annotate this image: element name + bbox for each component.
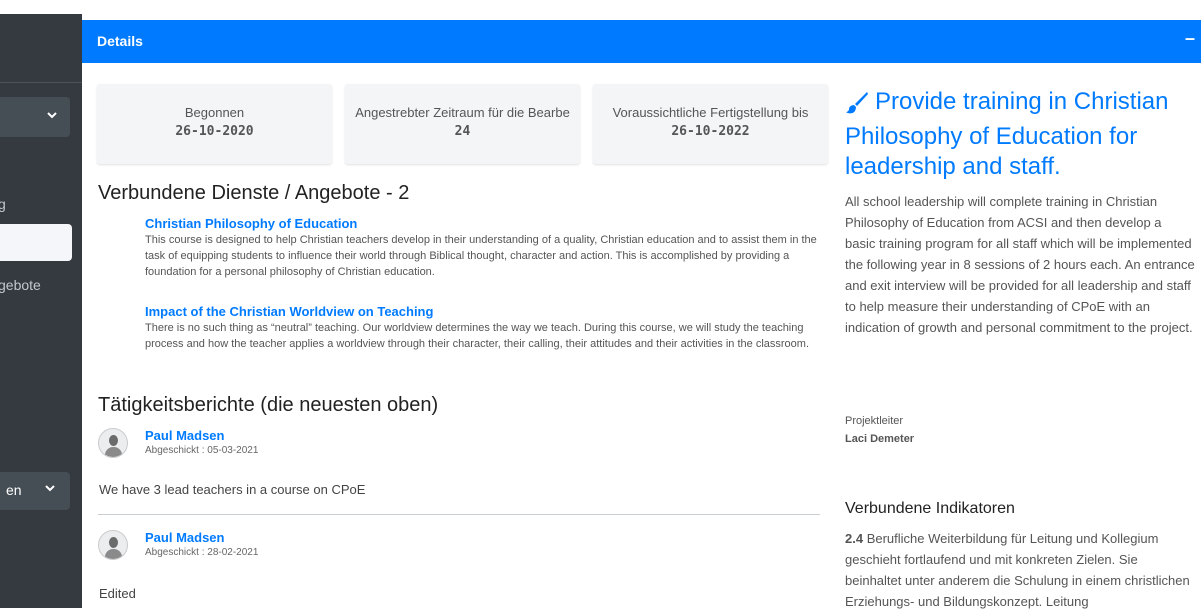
info-box-value: 26-10-2020 <box>175 124 254 139</box>
sidebar-item-label[interactable]: gebote <box>0 277 41 293</box>
info-box-label: Voraussichtliche Fertigstellung bis <box>612 105 809 120</box>
info-box-label: Angestrebter Zeitraum für die Bearbe <box>355 105 570 120</box>
sidebar-divider <box>0 82 82 83</box>
service-description: This course is designed to help Christia… <box>145 234 817 278</box>
sidebar-item-active[interactable] <box>0 224 72 261</box>
avatar-icon <box>98 530 128 560</box>
chevron-down-icon <box>46 108 58 124</box>
sidebar-select[interactable] <box>0 97 70 137</box>
report-item: Paul Madsen Abgeschickt : 05-03-2021 We … <box>98 428 820 518</box>
card-title: Details <box>97 33 143 49</box>
info-box-completion: Voraussichtliche Fertigstellung bis 26-1… <box>593 84 828 164</box>
sidebar-item-label[interactable]: g <box>0 196 6 212</box>
report-date: Abgeschickt : 28-02-2021 <box>145 547 259 558</box>
indicator-number: 2.4 <box>845 531 864 546</box>
goal-description: All school leadership will complete trai… <box>845 194 1195 335</box>
paint-brush-icon <box>845 90 869 122</box>
info-box-label: Begonnen <box>184 105 245 120</box>
indicator-item: 2.4 Berufliche Weiterbildung für Leitung… <box>845 528 1195 612</box>
divider <box>98 514 820 515</box>
sidebar: g gebote en <box>0 0 82 608</box>
goal-title-text: Provide training in Christian Philosophy… <box>845 88 1169 180</box>
goal-title: Provide training in Christian Philosophy… <box>845 87 1195 182</box>
services-heading: Verbundene Dienste / Angebote - 2 <box>98 182 410 204</box>
report-author-link[interactable]: Paul Madsen <box>145 428 224 443</box>
report-message: Edited <box>99 586 136 601</box>
service-title-link[interactable]: Christian Philosophy of Education <box>145 216 825 231</box>
reports-heading: Tätigkeitsberichte (die neuesten oben) <box>98 394 439 416</box>
report-author-link[interactable]: Paul Madsen <box>145 530 224 545</box>
info-box-value: 26-10-2022 <box>671 124 750 139</box>
minus-icon[interactable]: – <box>1185 28 1195 49</box>
service-description: There is no such thing as “neutral” teac… <box>145 322 810 350</box>
sidebar-select-label: en <box>6 482 22 498</box>
service-item: Impact of the Christian Worldview on Tea… <box>145 304 825 352</box>
service-item: Christian Philosophy of Education This c… <box>145 216 825 280</box>
info-box-value: 24 <box>454 124 471 139</box>
report-item: Paul Madsen Abgeschickt : 28-02-2021 Edi… <box>98 530 820 608</box>
project-leader-name: Laci Demeter <box>845 433 915 445</box>
details-card-header: Details – <box>82 20 1201 63</box>
chevron-down-icon <box>44 481 56 497</box>
indicators-heading: Verbundene Indikatoren <box>845 500 1015 517</box>
indicator-text: Berufliche Weiterbildung für Leitung und… <box>845 531 1190 609</box>
report-message: We have 3 lead teachers in a course on C… <box>99 482 366 497</box>
info-box-duration: Angestrebter Zeitraum für die Bearbe 24 <box>345 84 580 164</box>
project-leader-label: Projektleiter <box>845 415 904 427</box>
sidebar-select-bottom[interactable]: en <box>0 472 70 510</box>
avatar-icon <box>98 428 128 458</box>
info-box-started: Begonnen 26-10-2020 <box>97 84 332 164</box>
service-title-link[interactable]: Impact of the Christian Worldview on Tea… <box>145 304 825 319</box>
report-date: Abgeschickt : 05-03-2021 <box>145 445 259 456</box>
sidebar-top-gap <box>0 0 82 14</box>
